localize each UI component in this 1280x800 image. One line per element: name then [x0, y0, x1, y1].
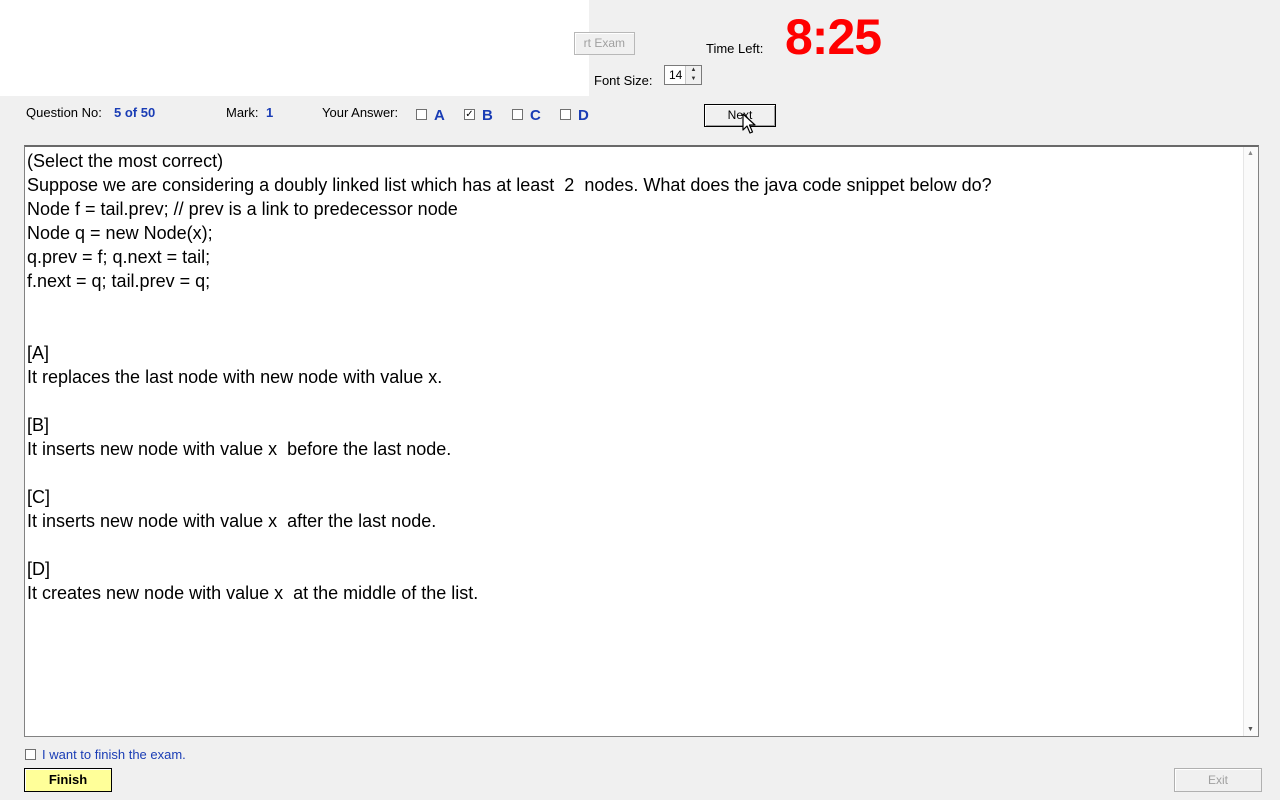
- answer-b-label[interactable]: B: [482, 107, 493, 124]
- mouse-pointer-icon: [742, 113, 756, 134]
- font-size-label: Font Size:: [594, 73, 653, 88]
- question-text-area[interactable]: (Select the most correct) Suppose we are…: [24, 145, 1259, 737]
- finish-exam-checkbox[interactable]: [25, 749, 36, 760]
- countdown-timer: 8:25: [785, 9, 882, 65]
- scroll-up-icon[interactable]: ▲: [1247, 150, 1254, 157]
- mark-label: Mark:: [226, 105, 259, 120]
- finish-button[interactable]: Finish: [24, 768, 112, 792]
- finish-exam-checkbox-label[interactable]: I want to finish the exam.: [42, 747, 186, 762]
- time-left-label: Time Left:: [706, 41, 764, 56]
- mark-value: 1: [266, 105, 274, 120]
- answer-d-checkbox[interactable]: [560, 109, 571, 120]
- exit-button[interactable]: Exit: [1174, 768, 1262, 792]
- spin-down-icon[interactable]: ▼: [685, 75, 701, 84]
- font-size-value[interactable]: 14: [669, 68, 682, 82]
- answer-b-checkbox[interactable]: ✓: [464, 109, 475, 120]
- vertical-scrollbar[interactable]: ▲ ▼: [1243, 147, 1258, 736]
- answer-d-label[interactable]: D: [578, 107, 589, 124]
- font-size-spinner[interactable]: 14 ▲ ▼: [664, 65, 702, 85]
- scroll-down-icon[interactable]: ▼: [1247, 726, 1254, 733]
- answer-a-checkbox[interactable]: [416, 109, 427, 120]
- blank-panel: [0, 0, 589, 96]
- answer-c-label[interactable]: C: [530, 107, 541, 124]
- answer-c-checkbox[interactable]: [512, 109, 523, 120]
- question-no-label: Question No:: [26, 105, 102, 120]
- question-text: (Select the most correct) Suppose we are…: [27, 151, 992, 603]
- next-button[interactable]: Next: [704, 104, 776, 127]
- start-exam-button[interactable]: rt Exam: [574, 32, 635, 55]
- question-no-value: 5 of 50: [114, 105, 156, 120]
- your-answer-label: Your Answer:: [322, 105, 399, 120]
- answer-a-label[interactable]: A: [434, 107, 445, 124]
